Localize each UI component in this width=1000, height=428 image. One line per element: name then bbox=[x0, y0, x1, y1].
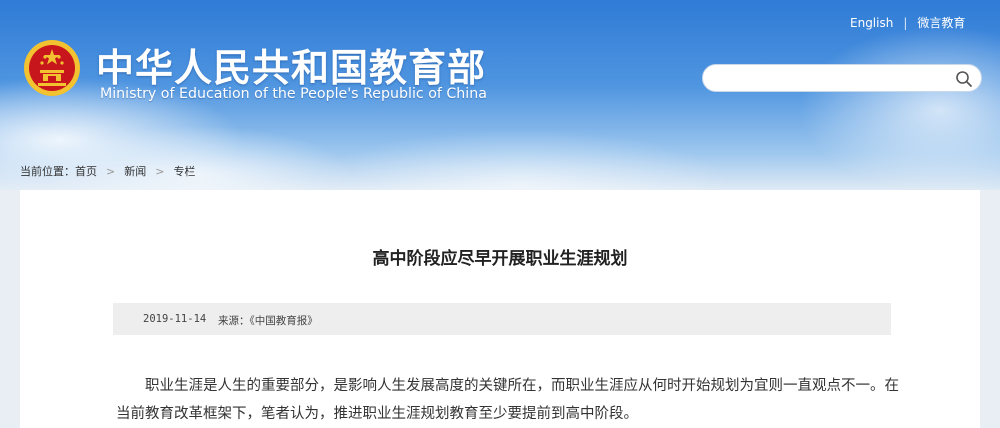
search-icon[interactable] bbox=[955, 70, 973, 88]
search-input[interactable] bbox=[717, 69, 941, 89]
link-separator: | bbox=[903, 16, 908, 30]
article-date: 2019-11-14 bbox=[143, 313, 207, 325]
breadcrumb-column[interactable]: 专栏 bbox=[173, 165, 195, 178]
breadcrumb-arrow: > bbox=[155, 165, 165, 178]
breadcrumb-arrow: > bbox=[106, 165, 116, 178]
article-title: 高中阶段应尽早开展职业生涯规划 bbox=[372, 249, 628, 269]
national-emblem-icon[interactable] bbox=[22, 38, 82, 98]
breadcrumb-home[interactable]: 首页 bbox=[75, 165, 97, 178]
article-paragraph: 职业生涯是人生的重要部分，是影响人生发展高度的关键所在，而职业生涯应从何时开始规… bbox=[116, 378, 899, 422]
article-card: 高中阶段应尽早开展职业生涯规划 2019-11-14 来源：《中国教育报》 职业… bbox=[20, 190, 980, 428]
breadcrumb-prefix: 当前位置： bbox=[20, 165, 75, 178]
search-box[interactable] bbox=[702, 64, 982, 92]
article-body: 职业生涯是人生的重要部分，是影响人生发展高度的关键所在，而职业生涯应从何时开始规… bbox=[116, 372, 908, 428]
breadcrumb: 当前位置：首页 > 新闻 > 专栏 bbox=[20, 163, 195, 179]
top-links: English | 微言教育 bbox=[850, 14, 965, 31]
site-title[interactable]: 中华人民共和国教育部 bbox=[96, 37, 486, 92]
weibo-link[interactable]: 微言教育 bbox=[917, 16, 965, 30]
article-meta-bar: 2019-11-14 来源：《中国教育报》 bbox=[113, 303, 891, 335]
site-subtitle: Ministry of Education of the People's Re… bbox=[100, 86, 487, 102]
breadcrumb-news[interactable]: 新闻 bbox=[124, 165, 146, 178]
english-link[interactable]: English bbox=[850, 16, 893, 30]
article-source: 来源：《中国教育报》 bbox=[218, 315, 318, 327]
site-header: 中华人民共和国教育部 Ministry of Education of the … bbox=[0, 0, 1000, 190]
